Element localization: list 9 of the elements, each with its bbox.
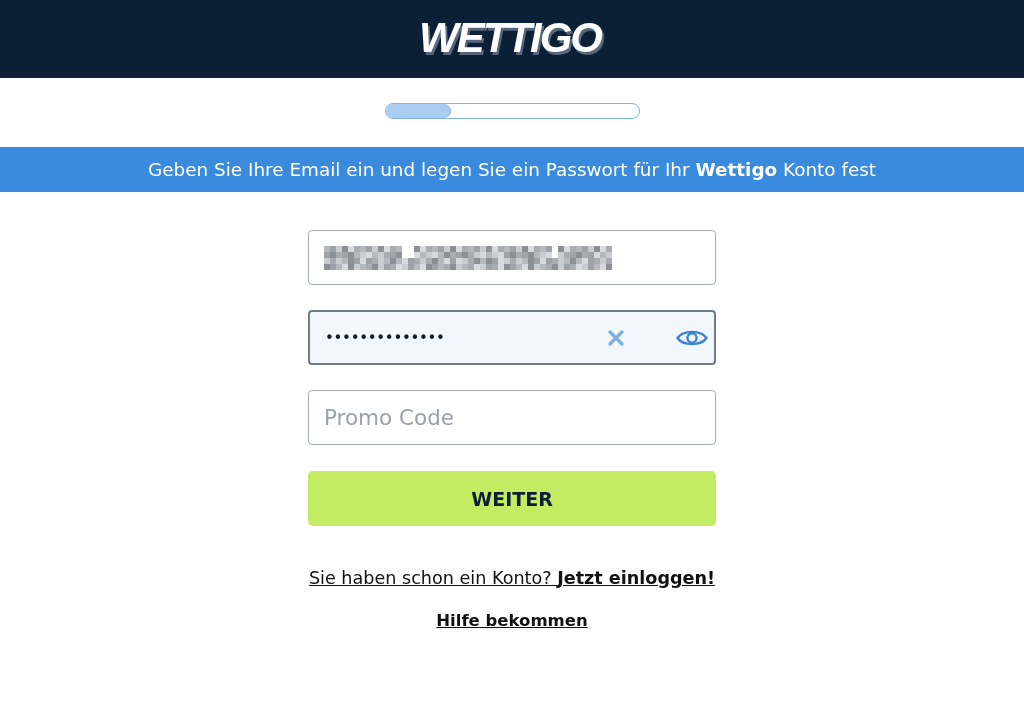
- clear-button[interactable]: [608, 329, 624, 346]
- logo[interactable]: WETTIGO: [415, 15, 609, 63]
- login-link[interactable]: Sie haben schon ein Konto? Jetzt einloggen!: [308, 567, 716, 590]
- continue-button[interactable]: WEITER: [308, 471, 716, 526]
- email-field[interactable]: [308, 230, 716, 285]
- help-link[interactable]: Hilfe bekommen: [436, 609, 588, 632]
- info-banner: Geben Sie Ihre Email ein und legen Sie ein Passwort für Ihr Wettigo Konto fest: [0, 147, 1024, 192]
- close-icon: [608, 329, 624, 346]
- password-field[interactable]: ••••••••••••••: [308, 310, 716, 365]
